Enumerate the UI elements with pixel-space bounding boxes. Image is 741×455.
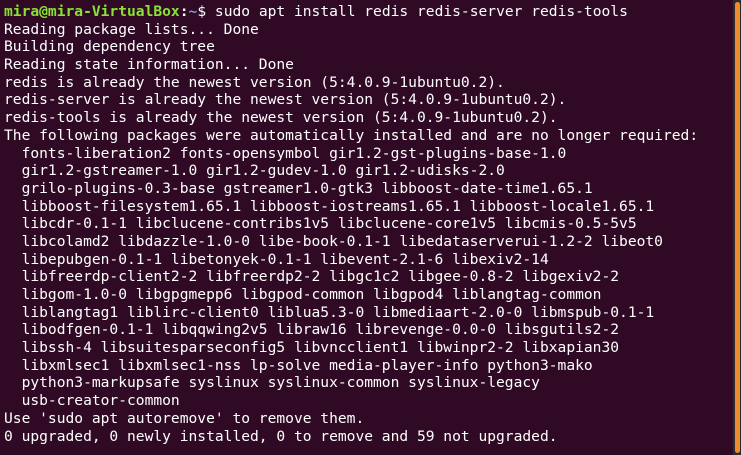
output-line: libfreerdp-client2-2 libfreerdp2-2 libgc… (4, 268, 620, 286)
output-line: libcolamd2 libdazzle-1.0-0 libe-book-0.1… (4, 232, 663, 250)
output-line: Reading state information... Done (4, 56, 294, 74)
output-line: libcdr-0.1-1 libclucene-contribs1v5 libc… (4, 215, 637, 233)
output-line: libepubgen-0.1-1 libetonyek-0.1-1 libeve… (4, 250, 549, 268)
prompt-user-host: mira@mira-VirtualBox (4, 3, 180, 20)
output-line: python3-markupsafe syslinux syslinux-com… (4, 374, 540, 392)
output-line: redis-tools is already the newest versio… (4, 109, 558, 127)
terminal-output: Reading package lists... Done Building de… (4, 21, 733, 446)
terminal-window[interactable]: mira@mira-VirtualBox:~$ sudo apt install… (0, 0, 733, 455)
output-line: gir1.2-gstreamer-1.0 gir1.2-gudev-1.0 gi… (4, 162, 505, 180)
output-line: 0 upgraded, 0 newly installed, 0 to remo… (4, 427, 558, 445)
prompt-path: ~ (188, 3, 198, 20)
output-line: usb-creator-common (4, 392, 180, 410)
output-line: Use 'sudo apt autoremove' to remove them… (4, 409, 365, 427)
command-prompt-line: mira@mira-VirtualBox:~$ sudo apt install… (4, 3, 733, 21)
output-line: libboost-filesystem1.65.1 libboost-iostr… (4, 197, 655, 215)
output-line: Building dependency tree (4, 38, 215, 56)
output-line: libodfgen-0.1-1 libqqwing2v5 libraw16 li… (4, 321, 620, 339)
output-line: libxmlsec1 libxmlsec1-nss lp-solve media… (4, 356, 593, 374)
output-line: liblangtag1 liblirc-client0 liblua5.3-0 … (4, 303, 655, 321)
vertical-scrollbar[interactable] (733, 0, 741, 455)
output-line: libssh-4 libsuitesparseconfig5 libvnccli… (4, 339, 620, 357)
output-line: grilo-plugins-0.3-base gstreamer1.0-gtk3… (4, 179, 593, 197)
prompt-symbol: $ (197, 3, 207, 20)
output-line: redis-server is already the newest versi… (4, 91, 567, 109)
output-line: redis is already the newest version (5:4… (4, 73, 505, 91)
output-line: The following packages were automaticall… (4, 126, 699, 144)
output-line: Reading package lists... Done (4, 20, 259, 38)
output-line: libgom-1.0-0 libgpgmepp6 libgpod-common … (4, 286, 602, 303)
output-line: fonts-liberation2 fonts-opensymbol gir1.… (4, 144, 567, 162)
prompt-separator: : (179, 3, 189, 20)
scrollbar-thumb[interactable] (735, 2, 740, 453)
command-text: sudo apt install redis redis-server redi… (206, 3, 628, 20)
